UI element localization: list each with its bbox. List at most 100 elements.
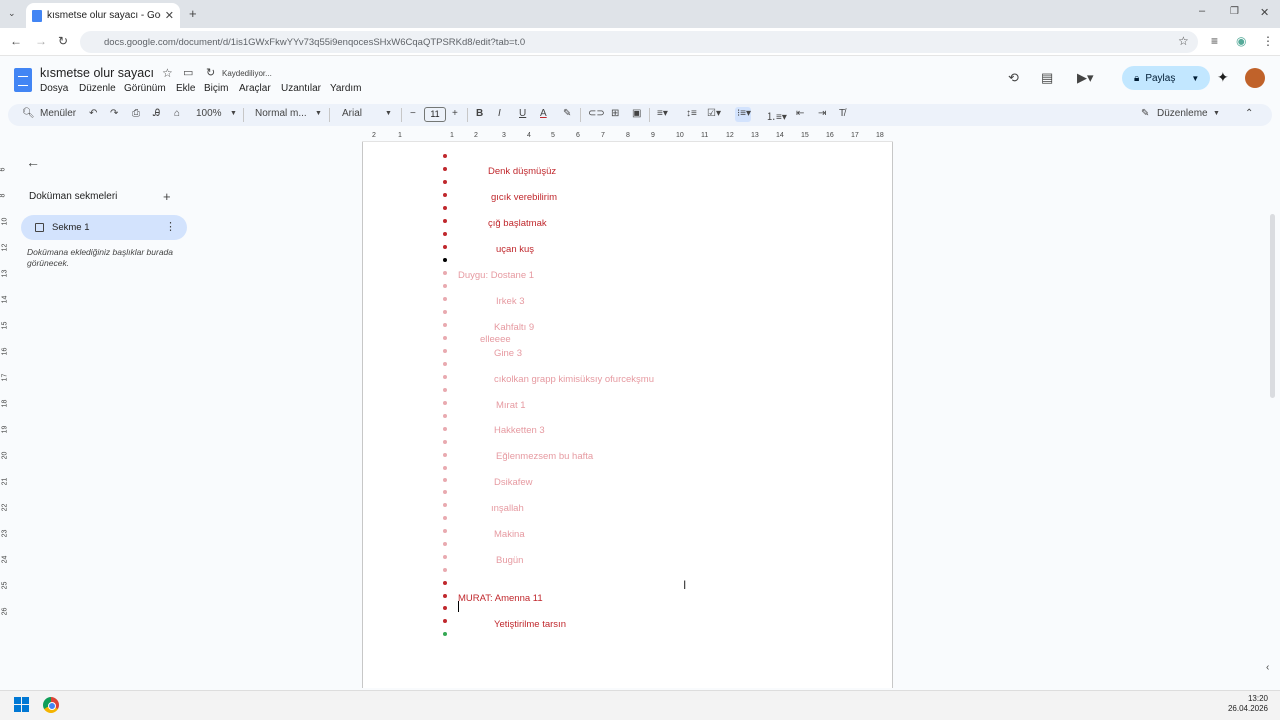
italic-icon[interactable]: I bbox=[498, 108, 501, 119]
document-line[interactable]: Gine 3 bbox=[494, 348, 522, 359]
document-page[interactable] bbox=[362, 142, 893, 688]
align-icon[interactable]: ≡▾ bbox=[657, 108, 668, 119]
menus-search-label[interactable]: Menüler bbox=[40, 108, 76, 119]
bullet-marker bbox=[443, 606, 447, 610]
spellcheck-icon[interactable]: Ꭿ bbox=[153, 108, 160, 119]
menu-uzantilar[interactable]: Uzantılar bbox=[281, 83, 321, 94]
chrome-menu-icon[interactable]: ⋮ bbox=[1262, 34, 1274, 48]
line-spacing-icon[interactable]: ↕≡ bbox=[686, 108, 697, 119]
decrease-indent-icon[interactable]: ⇤ bbox=[796, 108, 804, 119]
paint-format-icon[interactable]: ⌂ bbox=[174, 108, 180, 119]
bold-icon[interactable]: B bbox=[476, 108, 483, 119]
add-tab-icon[interactable]: + bbox=[163, 189, 171, 204]
scrollbar[interactable] bbox=[1270, 214, 1275, 398]
increase-font-icon[interactable]: + bbox=[452, 108, 458, 119]
link-icon[interactable]: ⊂⊃ bbox=[588, 108, 605, 119]
search-menus-icon[interactable]: 🔍︎ bbox=[22, 108, 35, 119]
style-select[interactable]: Normal m... bbox=[255, 108, 307, 119]
document-line[interactable]: Kahfaltı 9 bbox=[494, 322, 534, 333]
zoom-select[interactable]: 100% bbox=[196, 108, 222, 119]
gemini-icon[interactable]: ✦ bbox=[1217, 69, 1229, 86]
document-line[interactable]: Denk düşmüşüz bbox=[488, 166, 556, 177]
font-select[interactable]: Arial bbox=[342, 108, 362, 119]
text-color-icon[interactable]: A bbox=[540, 108, 547, 119]
menu-yardim[interactable]: Yardım bbox=[330, 83, 362, 94]
document-line[interactable]: uçan kuş bbox=[496, 244, 534, 255]
undo-icon[interactable]: ↶ bbox=[89, 108, 97, 119]
windows-start-icon[interactable] bbox=[14, 697, 29, 712]
extension-icon[interactable]: ◉ bbox=[1236, 34, 1246, 48]
checklist-icon[interactable]: ☑▾ bbox=[707, 108, 721, 119]
collapse-toolbar-icon[interactable]: ⌃ bbox=[1245, 108, 1253, 119]
decrease-font-icon[interactable]: − bbox=[410, 108, 416, 119]
chrome-taskbar-icon[interactable] bbox=[43, 697, 59, 713]
bullet-list-icon[interactable]: ⁝≡▾ bbox=[737, 108, 751, 119]
document-line[interactable]: Makina bbox=[494, 529, 525, 540]
document-line[interactable]: Hakketten 3 bbox=[494, 425, 545, 436]
menu-dosya[interactable]: Dosya bbox=[40, 83, 68, 94]
underline-icon[interactable]: U bbox=[519, 108, 526, 119]
close-tab-icon[interactable]: ✕ bbox=[165, 9, 174, 22]
expand-panel-icon[interactable]: ‹ bbox=[1266, 662, 1269, 673]
redo-icon[interactable]: ↷ bbox=[110, 108, 118, 119]
minimize-icon[interactable]: – bbox=[1199, 5, 1205, 17]
font-size-input[interactable]: 11 bbox=[424, 107, 446, 122]
zoom-chevron-icon[interactable]: ▼ bbox=[230, 110, 237, 117]
document-line[interactable]: Dsikafew bbox=[494, 477, 533, 488]
menu-ekle[interactable]: Ekle bbox=[176, 83, 195, 94]
reload-icon[interactable]: ↻ bbox=[58, 34, 68, 48]
document-line[interactable]: çığ başlatmak bbox=[488, 218, 547, 229]
share-dropdown-icon[interactable]: ▼ bbox=[1191, 74, 1199, 83]
menu-gorunum[interactable]: Görünüm bbox=[124, 83, 166, 94]
docs-logo-icon[interactable] bbox=[14, 68, 32, 92]
document-line[interactable]: Eğlenmezsem bu hafta bbox=[496, 451, 593, 462]
window-close-icon[interactable]: ✕ bbox=[1260, 6, 1269, 19]
add-comment-icon[interactable]: ⊞ bbox=[611, 108, 619, 119]
document-line[interactable]: Irkek 3 bbox=[496, 296, 525, 307]
document-line[interactable]: elleeee bbox=[480, 334, 511, 345]
version-history-icon[interactable]: ⟲ bbox=[1008, 70, 1019, 86]
media-control-icon[interactable]: ≡ bbox=[1211, 34, 1218, 48]
document-line[interactable]: gıcık verebilirim bbox=[491, 192, 557, 203]
font-chevron-icon[interactable]: ▼ bbox=[385, 110, 392, 117]
meet-icon[interactable]: ▶▾ bbox=[1077, 70, 1094, 86]
move-folder-icon[interactable]: ▭ bbox=[183, 66, 193, 79]
bookmark-star-icon[interactable]: ☆ bbox=[1178, 34, 1189, 48]
close-outline-icon[interactable]: ← bbox=[26, 154, 40, 170]
numbered-list-icon[interactable]: ⒈≡▾ bbox=[766, 108, 787, 123]
mode-chevron-icon[interactable]: ▼ bbox=[1213, 110, 1220, 117]
menu-bicim[interactable]: Biçim bbox=[204, 83, 228, 94]
style-chevron-icon[interactable]: ▼ bbox=[315, 110, 322, 117]
new-tab-icon[interactable]: + bbox=[189, 6, 197, 21]
clear-formatting-icon[interactable]: T̸ bbox=[839, 108, 845, 119]
increase-indent-icon[interactable]: ⇥ bbox=[818, 108, 826, 119]
comments-icon[interactable]: ▤ bbox=[1041, 70, 1053, 86]
print-icon[interactable]: ⎙ bbox=[132, 108, 140, 119]
menu-araclar[interactable]: Araçlar bbox=[239, 83, 271, 94]
restore-icon[interactable]: ❐ bbox=[1230, 6, 1239, 17]
url-input[interactable]: docs.google.com/document/d/1is1GWxFkwYYv… bbox=[80, 31, 1198, 53]
highlight-icon[interactable]: ✎ bbox=[563, 108, 571, 119]
browser-tab[interactable]: kısmetse olur sayacı - Google D ✕ bbox=[26, 3, 180, 28]
ruler-number: 11 bbox=[701, 132, 709, 139]
tab-search-icon[interactable]: ⌄ bbox=[8, 8, 16, 19]
forward-icon[interactable]: → bbox=[35, 34, 47, 48]
tab-options-icon[interactable]: ⋮ bbox=[165, 220, 176, 233]
document-line[interactable]: ınşallah bbox=[491, 503, 524, 514]
menu-duzenle[interactable]: Düzenle bbox=[79, 83, 116, 94]
sidebar-tab-item[interactable]: Sekme 1 bbox=[21, 215, 187, 240]
document-line[interactable]: cıkolkan grapp kimisüksıy ofurcekşmu bbox=[494, 374, 654, 385]
document-title[interactable]: kısmetse olur sayacı bbox=[40, 66, 154, 80]
mode-select[interactable]: Düzenleme bbox=[1157, 108, 1208, 119]
bullet-marker bbox=[443, 568, 447, 572]
share-button[interactable]: 🔒︎ Paylaş ▼ bbox=[1122, 66, 1210, 90]
insert-image-icon[interactable]: ▣ bbox=[632, 108, 641, 119]
document-line[interactable]: Yetiştirilme tarsın bbox=[494, 619, 566, 630]
avatar[interactable] bbox=[1245, 68, 1265, 88]
document-line[interactable]: Bugün bbox=[496, 555, 523, 566]
star-icon[interactable]: ☆ bbox=[162, 66, 173, 80]
document-line[interactable]: MURAT: Amenna 11 bbox=[458, 593, 543, 604]
document-line[interactable]: Duygu: Dostane 1 bbox=[458, 270, 534, 281]
back-icon[interactable]: ← bbox=[10, 34, 22, 48]
document-line[interactable]: Mırat 1 bbox=[496, 400, 526, 411]
